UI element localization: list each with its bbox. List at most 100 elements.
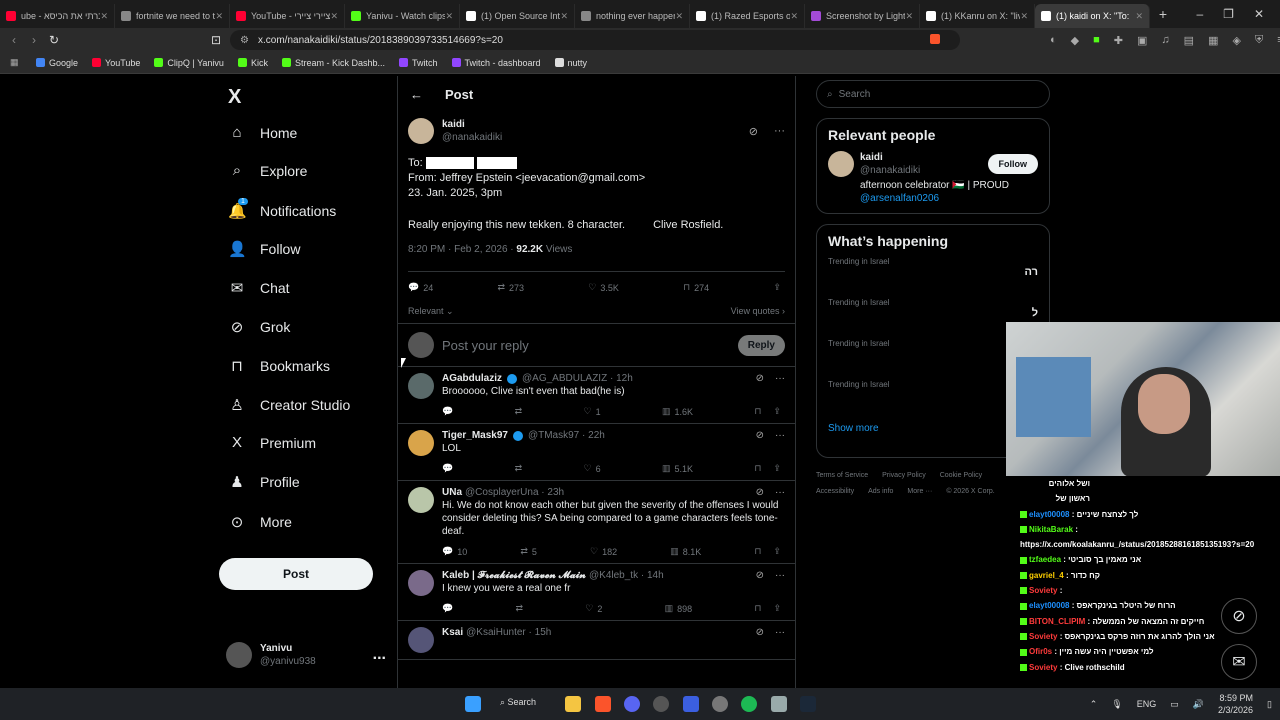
volume-icon[interactable]: 🔊 xyxy=(1193,699,1204,710)
reply-author-name[interactable]: UNa xyxy=(442,487,462,498)
bookmark-button[interactable]: ⊓ xyxy=(754,463,761,474)
shield-icon[interactable]: ⛨ xyxy=(1255,34,1263,47)
views-button[interactable]: ▥ 5.1K xyxy=(662,463,693,474)
notifications-icon[interactable]: ▯ xyxy=(1267,699,1272,710)
avatar[interactable] xyxy=(408,430,434,456)
close-tab-icon[interactable]: ✕ xyxy=(675,11,683,22)
avatar[interactable] xyxy=(408,570,434,596)
footer-link[interactable]: Cookie Policy xyxy=(940,472,982,479)
close-tab-icon[interactable]: ✕ xyxy=(1135,11,1143,22)
bookmark-item[interactable]: Twitch xyxy=(398,58,438,68)
x-logo[interactable]: X xyxy=(228,86,241,109)
steam-icon[interactable] xyxy=(800,696,816,712)
author-avatar[interactable] xyxy=(408,118,434,144)
more-icon[interactable]: ··· xyxy=(775,570,785,581)
reply-author-name[interactable]: AGabdulaziz xyxy=(442,373,502,384)
like-button[interactable]: ♡ 1 xyxy=(584,406,601,417)
like-button[interactable]: ♡ 2 xyxy=(585,603,602,614)
microphone-icon[interactable]: 🎙 xyxy=(1111,699,1122,710)
like-button[interactable]: ♡ 3.5K xyxy=(588,282,619,293)
discord-icon[interactable] xyxy=(624,696,640,712)
nav-item-grok[interactable]: ⊘ Grok xyxy=(228,318,291,336)
reply-author-name[interactable]: Ksai xyxy=(442,627,463,638)
footer-link[interactable]: Privacy Policy xyxy=(882,472,926,479)
browser-tab[interactable]: (1) KKanru on X: "live q✕ xyxy=(920,4,1035,28)
sidebar-icon[interactable]: ▤ xyxy=(1184,34,1194,47)
repost-button[interactable]: ⇄ 5 xyxy=(520,546,537,557)
bookmark-item[interactable]: ClipQ | Yanivu xyxy=(154,58,224,68)
share-button[interactable]: ⇪ xyxy=(773,406,781,417)
close-tab-icon[interactable]: ✕ xyxy=(560,11,568,22)
extension-icon[interactable]: ■ xyxy=(1093,34,1100,47)
reply-button[interactable]: 💬 xyxy=(442,406,453,417)
share-button[interactable]: ⇪ xyxy=(773,282,781,293)
url-bar[interactable]: ⚙ x.com/nanakaidiki/status/2018389039733… xyxy=(230,30,960,50)
footer-link[interactable]: More ··· xyxy=(907,488,932,495)
app-icon[interactable] xyxy=(683,696,699,712)
reply-button[interactable]: 💬 xyxy=(442,603,453,614)
restore-icon[interactable]: ❐ xyxy=(1223,7,1234,21)
author-handle[interactable]: @nanakaidiki xyxy=(442,131,502,144)
windows-start-icon[interactable] xyxy=(465,696,481,712)
forward-icon[interactable]: › xyxy=(24,33,44,47)
reply-button[interactable]: 💬 xyxy=(442,463,453,474)
grok-icon[interactable]: ⊘ xyxy=(756,373,764,384)
extension-icon[interactable]: ✚ xyxy=(1114,34,1123,47)
nav-item-explore[interactable]: ⌕ Explore xyxy=(228,162,308,179)
repost-button[interactable]: ⇄ 273 xyxy=(497,282,524,293)
app-icon[interactable] xyxy=(771,696,787,712)
reply-input[interactable]: Post your reply xyxy=(442,338,529,353)
reply-handle[interactable]: @TMask97 · 22h xyxy=(528,430,605,441)
browser-tab[interactable]: ube - שברתי את הכיסא✕ xyxy=(0,4,115,28)
bookmark-item[interactable]: Kick xyxy=(237,58,268,68)
account-switcher[interactable]: Yanivu @yanivu938 ... xyxy=(226,642,386,668)
reply-item[interactable]: AGabdulaziz @AG_ABDULAZIZ · 12h ⊘ ··· Broooo… xyxy=(398,367,795,424)
more-icon[interactable]: ··· xyxy=(775,487,785,498)
nav-item-chat[interactable]: ✉ Chat xyxy=(228,279,290,297)
minimize-icon[interactable]: – xyxy=(1196,7,1203,21)
reply-author-name[interactable]: Kaleb | 𝓕𝓻𝓮𝓪𝓴𝓲𝓮𝓼𝓽 𝓡𝓪𝓿𝓮𝓷 𝓜𝓪𝓲𝓷 xyxy=(442,570,586,581)
like-button[interactable]: ♡ 182 xyxy=(590,546,617,557)
tweet-timestamp[interactable]: 8:20 PM · Feb 2, 2026 · xyxy=(408,244,516,255)
grok-icon[interactable]: ⊘ xyxy=(756,627,764,638)
trend-item[interactable]: Trending in Israel רה xyxy=(828,257,1038,298)
reply-submit-button[interactable]: Reply xyxy=(737,334,785,356)
reply-handle[interactable]: @CosplayerUna · 23h xyxy=(465,487,564,498)
more-icon[interactable]: ··· xyxy=(775,627,785,638)
extension-icon[interactable]: ◆ xyxy=(1071,34,1079,47)
footer-link[interactable]: © 2026 X Corp. xyxy=(946,488,994,495)
share-button[interactable]: ⇪ xyxy=(773,546,781,557)
back-arrow-icon[interactable]: ← xyxy=(410,87,423,102)
extension-icon[interactable]: ◐ xyxy=(1050,34,1057,47)
grok-icon[interactable]: ⊘ xyxy=(749,125,758,138)
back-icon[interactable]: ‹ xyxy=(4,33,24,47)
browser-tab[interactable]: (1) kaidi on X: "To: ✕ xyxy=(1035,4,1150,28)
views-button[interactable]: ▥ 898 xyxy=(665,603,693,614)
reply-handle[interactable]: @KsaiHunter · 15h xyxy=(466,627,551,638)
footer-link[interactable]: Accessibility xyxy=(816,488,854,495)
reply-button[interactable]: 💬 24 xyxy=(408,282,433,293)
nav-item-follow[interactable]: 👤 Follow xyxy=(228,240,300,258)
site-info-icon[interactable]: ⚙ xyxy=(240,35,249,46)
browser-tab[interactable]: YouTube - ציירי ציירי ✕ xyxy=(230,4,345,28)
author-name[interactable]: kaidi xyxy=(442,118,502,131)
bookmark-button[interactable]: ⊓ 274 xyxy=(683,282,709,293)
grok-icon[interactable]: ⊘ xyxy=(756,430,764,441)
person-name[interactable]: kaidi xyxy=(860,151,920,164)
search-input[interactable]: ⌕ Search xyxy=(816,80,1050,108)
post-button[interactable]: Post xyxy=(219,558,373,590)
browser-tab[interactable]: Screenshot by Lightshot✕ xyxy=(805,4,920,28)
views-button[interactable]: ▥ 1.6K xyxy=(662,406,693,417)
spotify-icon[interactable] xyxy=(741,696,757,712)
nav-item-premium[interactable]: X Premium xyxy=(228,434,316,451)
avatar[interactable] xyxy=(828,151,854,177)
tabs-icon[interactable]: ▦ xyxy=(1208,34,1218,47)
nav-item-more[interactable]: ⊙ More xyxy=(228,513,292,531)
apps-icon[interactable]: ▦ xyxy=(10,57,19,68)
close-tab-icon[interactable]: ✕ xyxy=(100,11,108,22)
close-tab-icon[interactable]: ✕ xyxy=(790,11,798,22)
reply-item[interactable]: UNa @CosplayerUna · 23h ⊘ ··· Hi. We do not … xyxy=(398,481,795,564)
share-button[interactable]: ⇪ xyxy=(773,463,781,474)
bookmark-item[interactable]: Twitch - dashboard xyxy=(451,58,541,68)
bio-link[interactable]: @arsenalfan0206 xyxy=(860,192,1038,205)
